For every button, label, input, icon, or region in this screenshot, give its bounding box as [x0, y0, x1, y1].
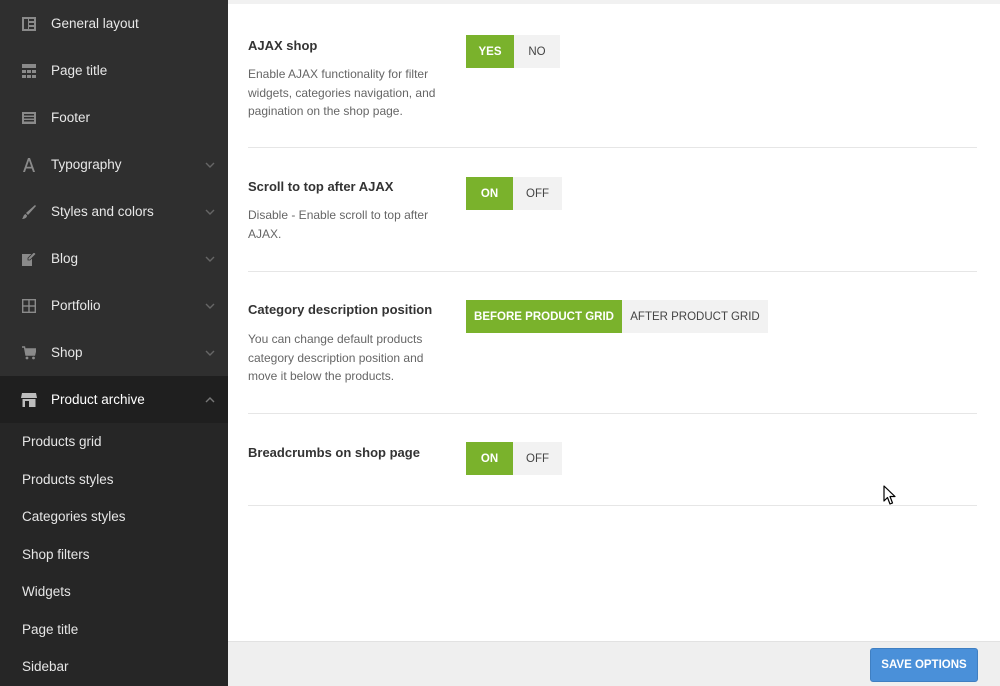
- sidebar-item-page-title[interactable]: Page title: [0, 47, 228, 94]
- scroll-to-top-toggle: ON OFF: [466, 177, 562, 210]
- layout-icon: [21, 16, 37, 32]
- sidebar-item-general-layout[interactable]: General layout: [0, 0, 228, 47]
- setting-title: Category description position: [248, 302, 433, 317]
- sidebar-item-label: General layout: [51, 16, 139, 31]
- subnav-item-sidebar[interactable]: Sidebar: [0, 648, 228, 686]
- setting-title: Breadcrumbs on shop page: [248, 445, 420, 460]
- footer-icon: [21, 110, 37, 126]
- sidebar-item-product-archive[interactable]: Product archive: [0, 376, 228, 423]
- sidebar-item-label: Shop: [51, 345, 83, 360]
- chevron-down-icon: [205, 162, 215, 168]
- toggle-no[interactable]: NO: [514, 35, 560, 68]
- subnav-item-products-grid[interactable]: Products grid: [0, 423, 228, 461]
- options-main: AJAX shop Enable AJAX functionality for …: [228, 0, 1000, 641]
- options-footer: SAVE OPTIONS: [228, 641, 1000, 686]
- typography-icon: [21, 157, 37, 173]
- setting-breadcrumbs-on-shop-page: Breadcrumbs on shop page ON OFF: [248, 413, 977, 506]
- subnav-item-page-title[interactable]: Page title: [0, 611, 228, 649]
- sidebar-item-portfolio[interactable]: Portfolio: [0, 282, 228, 329]
- setting-description: Enable AJAX functionality for filter wid…: [248, 67, 436, 118]
- subnav-item-shop-filters[interactable]: Shop filters: [0, 536, 228, 574]
- setting-description: Disable - Enable scroll to top after AJA…: [248, 208, 429, 241]
- product-archive-subnav: Products grid Products styles Categories…: [0, 423, 228, 686]
- cart-icon: [21, 345, 37, 361]
- sidebar-item-label: Page title: [51, 63, 108, 78]
- sidebar-item-footer[interactable]: Footer: [0, 94, 228, 141]
- subnav-item-categories-styles[interactable]: Categories styles: [0, 498, 228, 536]
- store-icon: [21, 392, 37, 408]
- brush-icon: [21, 204, 37, 220]
- save-options-button[interactable]: SAVE OPTIONS: [870, 648, 978, 682]
- chevron-down-icon: [205, 303, 215, 309]
- sidebar-item-blog[interactable]: Blog: [0, 235, 228, 282]
- edit-icon: [21, 251, 37, 267]
- sidebar-item-label: Footer: [51, 110, 91, 125]
- toggle-on[interactable]: ON: [466, 177, 513, 210]
- sidebar-item-label: Portfolio: [51, 298, 101, 313]
- options-sidebar: General layout Page title Footer Typogra…: [0, 0, 228, 686]
- category-description-position-toggle: BEFORE PRODUCT GRID AFTER PRODUCT GRID: [466, 300, 768, 333]
- toggle-off[interactable]: OFF: [513, 177, 562, 210]
- grid-icon: [21, 298, 37, 314]
- toggle-before-product-grid[interactable]: BEFORE PRODUCT GRID: [466, 300, 622, 333]
- sidebar-item-styles-and-colors[interactable]: Styles and colors: [0, 188, 228, 235]
- mouse-cursor-icon: [883, 485, 896, 505]
- chevron-down-icon: [205, 209, 215, 215]
- toggle-on[interactable]: ON: [466, 442, 513, 475]
- page-title-icon: [21, 63, 37, 79]
- setting-title: Scroll to top after AJAX: [248, 179, 394, 194]
- chevron-down-icon: [205, 350, 215, 356]
- sidebar-item-shop[interactable]: Shop: [0, 329, 228, 376]
- breadcrumbs-toggle: ON OFF: [466, 442, 562, 475]
- sidebar-item-label: Blog: [51, 251, 79, 266]
- subnav-item-products-styles[interactable]: Products styles: [0, 461, 228, 499]
- setting-ajax-shop: AJAX shop Enable AJAX functionality for …: [248, 4, 977, 148]
- ajax-shop-toggle: YES NO: [466, 35, 560, 68]
- sidebar-item-label: Styles and colors: [51, 204, 154, 219]
- chevron-up-icon: [205, 396, 215, 402]
- settings-panel: AJAX shop Enable AJAX functionality for …: [228, 4, 1000, 641]
- setting-description: You can change default products category…: [248, 332, 424, 383]
- setting-category-description-position: Category description position You can ch…: [248, 271, 977, 414]
- toggle-yes[interactable]: YES: [466, 35, 514, 68]
- setting-scroll-to-top: Scroll to top after AJAX Disable - Enabl…: [248, 147, 977, 272]
- setting-title: AJAX shop: [248, 38, 318, 53]
- sidebar-item-label: Typography: [51, 157, 122, 172]
- toggle-after-product-grid[interactable]: AFTER PRODUCT GRID: [622, 300, 768, 333]
- subnav-item-widgets[interactable]: Widgets: [0, 573, 228, 611]
- toggle-off[interactable]: OFF: [513, 442, 562, 475]
- chevron-down-icon: [205, 256, 215, 262]
- sidebar-item-typography[interactable]: Typography: [0, 141, 228, 188]
- sidebar-item-label: Product archive: [51, 392, 145, 407]
